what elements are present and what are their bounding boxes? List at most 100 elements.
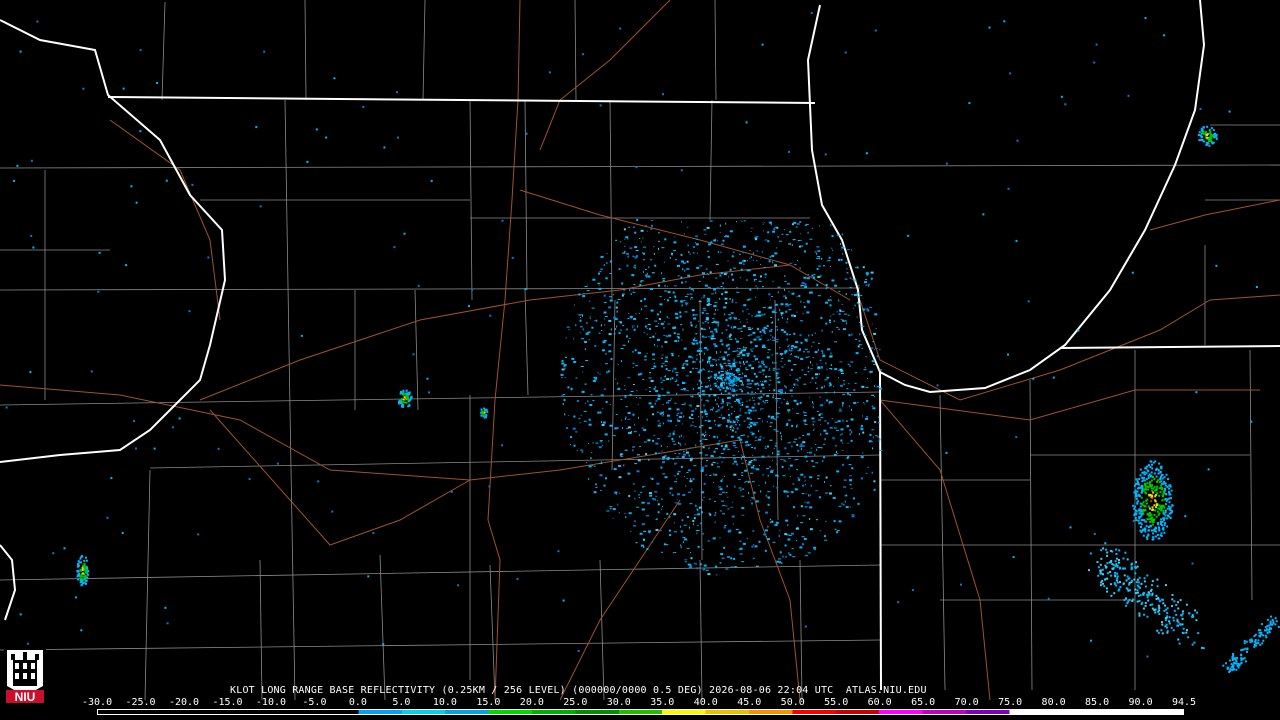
storm-cell — [1138, 516, 1141, 519]
clutter-echo — [661, 508, 662, 510]
sparse-echo — [1047, 597, 1050, 600]
storm-cell — [483, 411, 486, 414]
sparse-echo — [16, 164, 19, 167]
clutter-echo — [820, 433, 822, 436]
clutter-echo — [623, 289, 626, 291]
clutter-echo — [842, 404, 844, 407]
clutter-echo — [660, 445, 662, 447]
clutter-echo — [615, 239, 618, 241]
storm-cell — [1168, 493, 1171, 496]
band-echo — [1186, 629, 1188, 632]
storm-cell — [1146, 498, 1149, 501]
clutter-echo — [769, 367, 771, 369]
clutter-echo — [713, 289, 717, 291]
storm-cell — [1161, 507, 1164, 510]
band-echo — [1151, 607, 1154, 610]
clutter-echo — [687, 274, 691, 277]
clutter-echo — [797, 350, 801, 352]
clutter-echo — [761, 396, 763, 398]
clutter-echo — [678, 416, 682, 418]
band-echo — [1088, 569, 1090, 572]
clutter-echo — [814, 453, 816, 456]
clutter-echo — [839, 434, 841, 436]
clutter-echo — [858, 340, 861, 342]
clutter-echo — [703, 294, 706, 296]
clutter-echo — [764, 549, 767, 552]
clutter-echo — [751, 502, 753, 505]
clutter-echo — [831, 355, 833, 358]
clutter-echo — [641, 486, 644, 488]
clutter-echo — [788, 534, 792, 536]
clutter-echo — [699, 440, 702, 442]
clutter-echo — [838, 328, 840, 330]
clutter-echo — [757, 418, 761, 420]
clutter-echo — [753, 338, 757, 341]
clutter-echo — [784, 363, 786, 365]
clutter-echo — [725, 505, 728, 507]
storm-cell — [1156, 485, 1159, 488]
clutter-echo — [713, 435, 716, 438]
clutter-echo — [864, 367, 866, 369]
clutter-echo — [704, 233, 707, 235]
clutter-echo — [755, 422, 759, 424]
sparse-echo — [557, 550, 560, 553]
clutter-echo — [775, 442, 778, 444]
clutter-echo — [871, 394, 875, 396]
band-echo — [1137, 581, 1140, 584]
clutter-echo — [595, 487, 598, 488]
band-echo — [1136, 578, 1139, 581]
clutter-echo — [711, 463, 714, 466]
clutter-echo — [613, 468, 617, 471]
band-echo — [1111, 567, 1114, 570]
clutter-echo — [721, 401, 724, 403]
clutter-echo — [755, 285, 757, 288]
clutter-echo — [799, 445, 803, 448]
lake-michigan-shoreline — [806, 0, 1206, 394]
clutter-echo — [682, 381, 684, 384]
storm-cell — [1137, 494, 1140, 497]
clutter-echo — [562, 403, 564, 405]
clutter-echo — [723, 448, 726, 451]
county-line — [574, 0, 577, 101]
band-echo — [1188, 612, 1191, 615]
sparse-echo — [178, 417, 181, 420]
clutter-echo — [876, 355, 879, 358]
clutter-echo — [691, 413, 694, 416]
clutter-echo — [785, 349, 788, 352]
clutter-echo — [718, 424, 722, 426]
clutter-echo — [860, 428, 864, 431]
clutter-echo — [833, 520, 836, 523]
clutter-echo — [750, 460, 753, 461]
band-echo — [1146, 594, 1149, 597]
clutter-echo — [603, 388, 606, 390]
clutter-echo — [642, 538, 645, 540]
clutter-echo — [768, 384, 771, 386]
clutter-echo — [754, 403, 756, 406]
clutter-echo — [661, 362, 665, 364]
county-line — [799, 559, 803, 701]
clutter-echo — [609, 260, 612, 263]
band-echo — [1265, 636, 1268, 639]
clutter-echo — [669, 487, 673, 490]
clutter-echo — [849, 433, 851, 436]
clutter-echo — [824, 481, 825, 483]
clutter-echo — [820, 362, 822, 364]
clutter-echo — [775, 339, 779, 341]
clutter-echo — [650, 405, 654, 408]
county-line — [0, 391, 881, 406]
clutter-echo — [631, 274, 635, 277]
sparse-echo — [133, 419, 135, 422]
clutter-echo — [673, 241, 677, 244]
storm-cell — [80, 584, 83, 587]
clutter-echo — [779, 391, 783, 394]
storm-cell — [1142, 534, 1145, 537]
storm-cell — [1213, 136, 1216, 139]
storm-cell — [1151, 506, 1154, 509]
clutter-echo — [775, 400, 778, 403]
clutter-echo — [609, 404, 611, 405]
clutter-echo — [796, 402, 799, 405]
clutter-echo — [792, 556, 796, 558]
clutter-echo — [772, 361, 774, 364]
clutter-echo — [807, 366, 809, 369]
clutter-echo — [699, 347, 701, 350]
